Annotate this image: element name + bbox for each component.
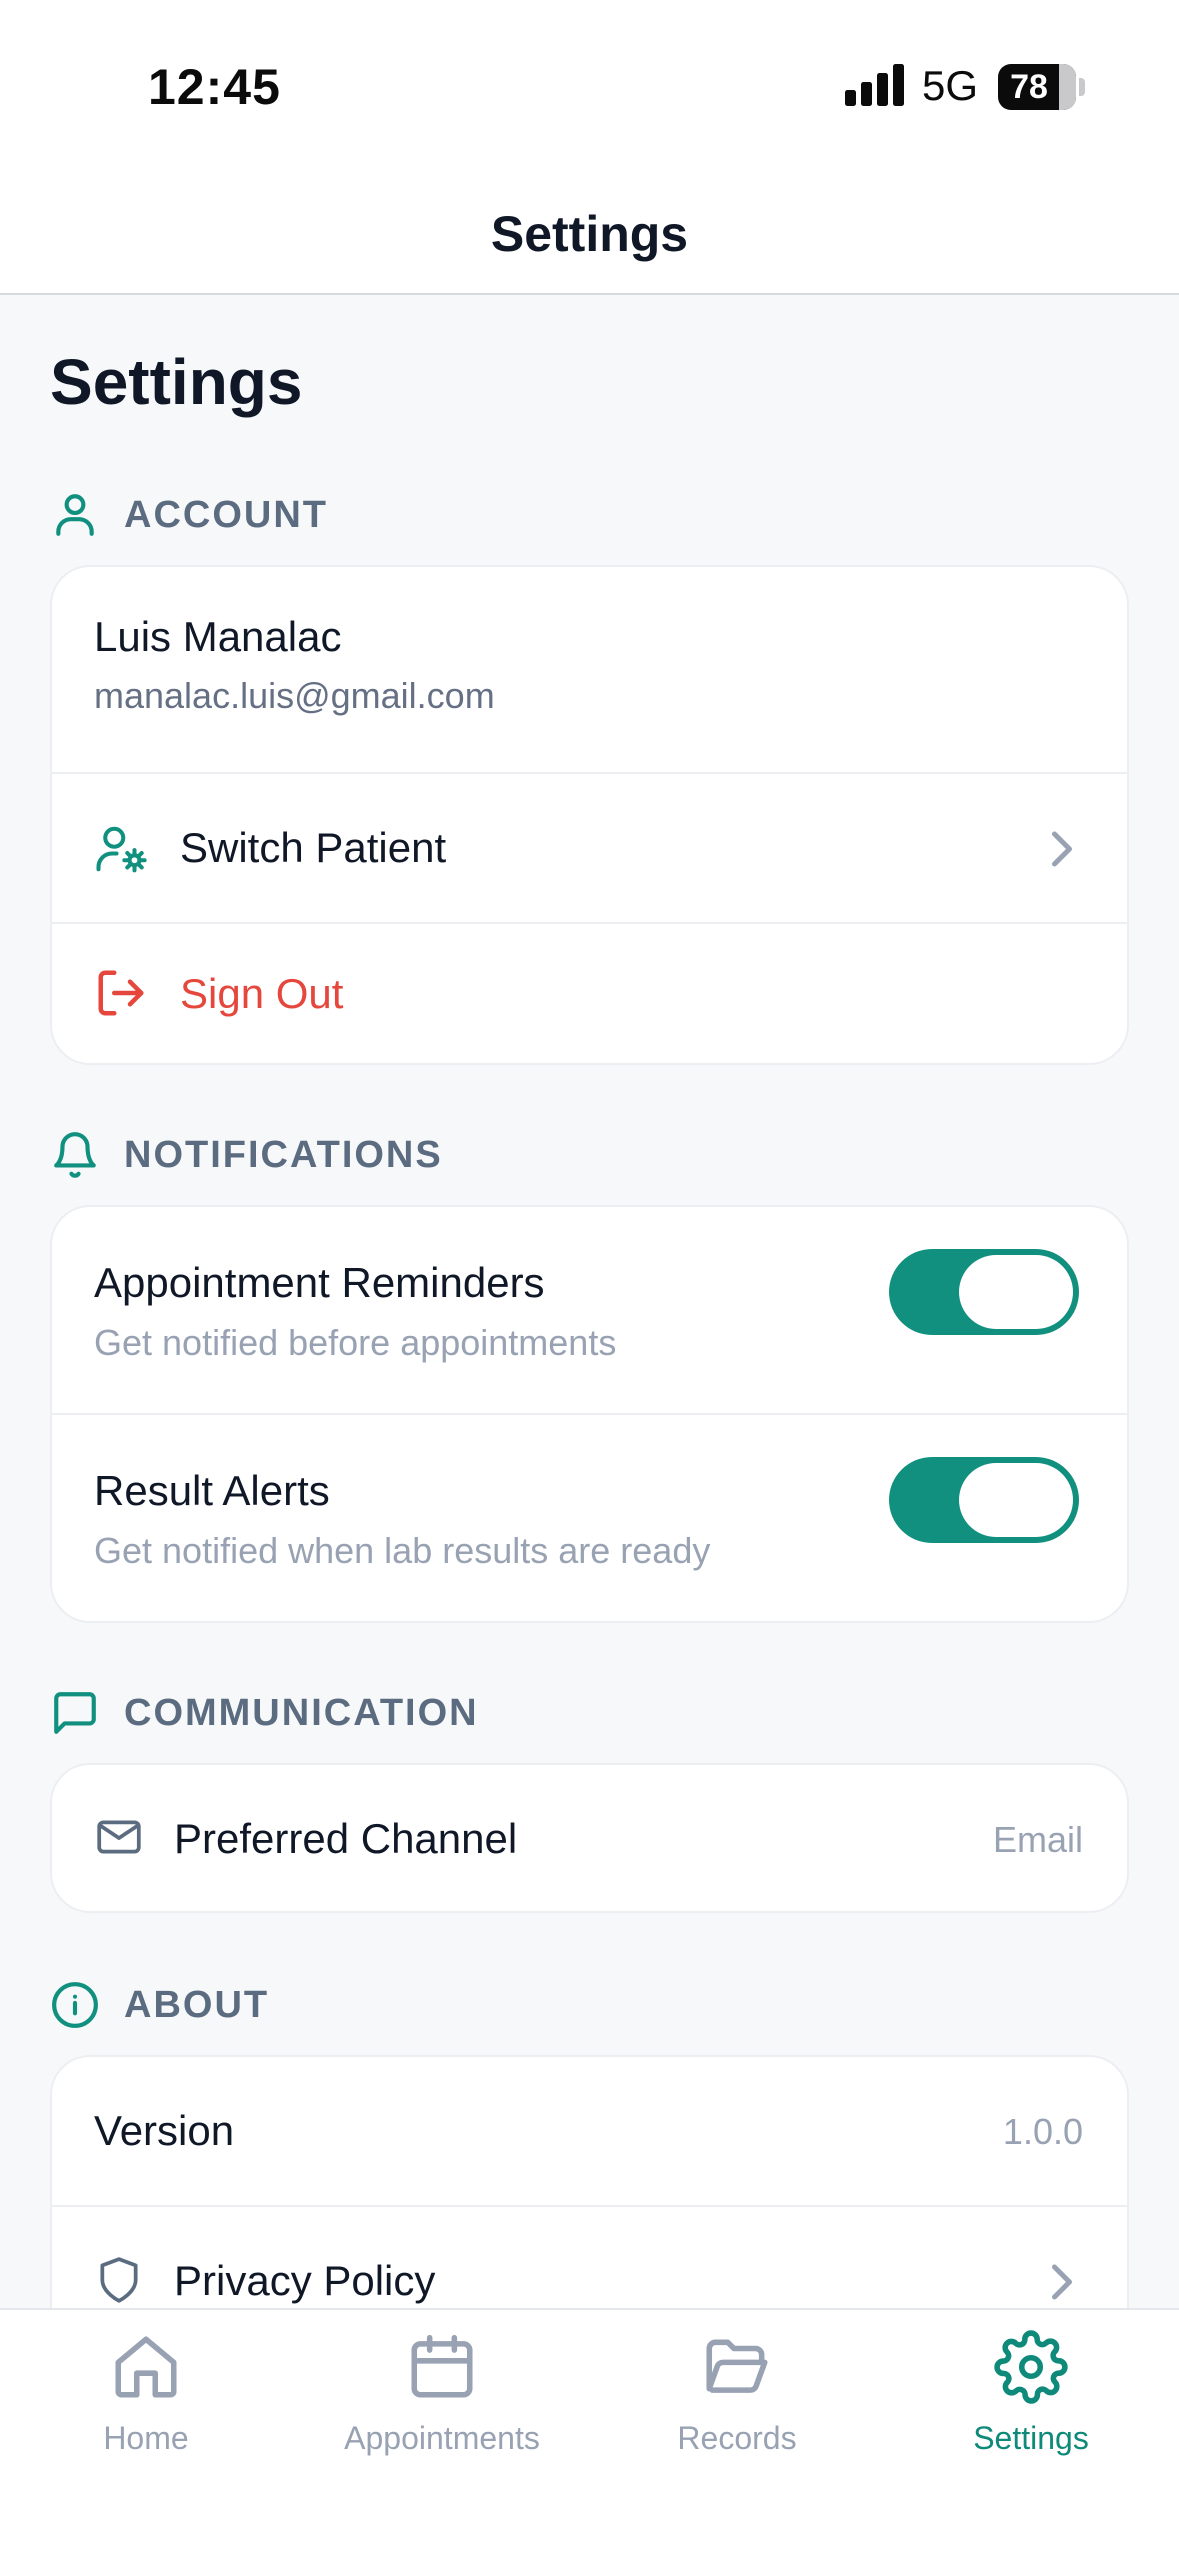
preferred-channel-row[interactable]: Preferred Channel Email (52, 1765, 1127, 1911)
sign-out-icon (98, 970, 144, 1016)
result-alerts-row: Result Alerts Get notified when lab resu… (52, 1415, 1127, 1621)
tab-label: Settings (973, 2420, 1089, 2456)
preferred-channel-value: Email (992, 1819, 1083, 1860)
result-alerts-toggle[interactable] (889, 1457, 1079, 1543)
user-settings-icon (96, 826, 147, 873)
info-icon (52, 1982, 98, 2028)
section-header-about: ABOUT (50, 1975, 269, 2035)
tab-settings[interactable]: Settings (911, 2330, 1151, 2480)
gear-icon (994, 2330, 1068, 2404)
version-value: 1.0.0 (1002, 2111, 1083, 2152)
version-row: Version 1.0.0 (52, 2057, 1127, 2207)
shield-icon (100, 2257, 138, 2303)
status-bar: 12:45 5G 78 (0, 0, 1179, 175)
battery-icon: 78 (998, 64, 1076, 110)
section-label: NOTIFICATIONS (124, 1133, 443, 1176)
home-icon (115, 2336, 177, 2398)
tab-label: Home (103, 2420, 189, 2456)
page-title: Settings (50, 346, 303, 418)
chevron-right-icon (1052, 831, 1072, 867)
toggle-title: Appointment Reminders (94, 1259, 545, 1306)
appointment-reminders-toggle[interactable] (889, 1249, 1079, 1335)
section-label: ACCOUNT (124, 493, 328, 536)
mail-icon (97, 1820, 141, 1854)
folder-open-icon (706, 2339, 768, 2393)
status-time: 12:45 (148, 59, 281, 115)
tab-bar: Home Appointments Records Settings (0, 2308, 1179, 2556)
message-square-icon (54, 1692, 96, 1734)
toggle-subtitle: Get notified when lab results are ready (94, 1530, 711, 1571)
tab-home[interactable]: Home (26, 2330, 266, 2480)
section-label: ABOUT (124, 1983, 270, 2026)
tab-label: Records (677, 2420, 797, 2456)
section-header-communication: COMMUNICATION (50, 1683, 479, 1743)
toggle-subtitle: Get notified before appointments (94, 1322, 617, 1363)
nav-title: Settings (490, 206, 689, 262)
section-header-notifications: NOTIFICATIONS (50, 1125, 443, 1185)
navigation-header: Settings (0, 175, 1179, 295)
calendar-icon (411, 2334, 473, 2398)
section-header-account: ACCOUNT (50, 485, 328, 545)
communication-card: Preferred Channel Email (50, 1763, 1129, 1913)
appointment-reminders-row: Appointment Reminders Get notified befor… (52, 1207, 1127, 1415)
battery-percent: 78 (1010, 68, 1048, 106)
tab-appointments[interactable]: Appointments (322, 2330, 562, 2480)
user-name: Luis Manalac (94, 613, 342, 660)
bell-icon (54, 1132, 96, 1178)
settings-screen: 12:45 5G 78 Settings Settings ACCOUNT Lu… (0, 0, 1179, 2556)
sign-out-row[interactable]: Sign Out (52, 924, 1127, 1063)
profile-row: Luis Manalac manalac.luis@gmail.com (52, 567, 1127, 774)
tab-records[interactable]: Records (617, 2330, 857, 2480)
section-label: COMMUNICATION (124, 1691, 479, 1734)
preferred-channel-label: Preferred Channel (174, 1815, 518, 1862)
account-card: Luis Manalac manalac.luis@gmail.com Swit… (50, 565, 1129, 1065)
toggle-title: Result Alerts (94, 1467, 330, 1514)
user-icon (56, 494, 94, 536)
notifications-card: Appointment Reminders Get notified befor… (50, 1205, 1129, 1623)
switch-patient-row[interactable]: Switch Patient (52, 774, 1127, 924)
sign-out-label: Sign Out (180, 970, 344, 1017)
cellular-signal-icon (845, 64, 904, 106)
chevron-right-icon (1052, 2264, 1072, 2300)
version-label: Version (94, 2107, 235, 2154)
tab-label: Appointments (344, 2420, 540, 2456)
user-email: manalac.luis@gmail.com (94, 675, 495, 716)
privacy-policy-label: Privacy Policy (174, 2257, 436, 2304)
switch-patient-label: Switch Patient (180, 824, 447, 871)
network-type: 5G (922, 62, 979, 109)
